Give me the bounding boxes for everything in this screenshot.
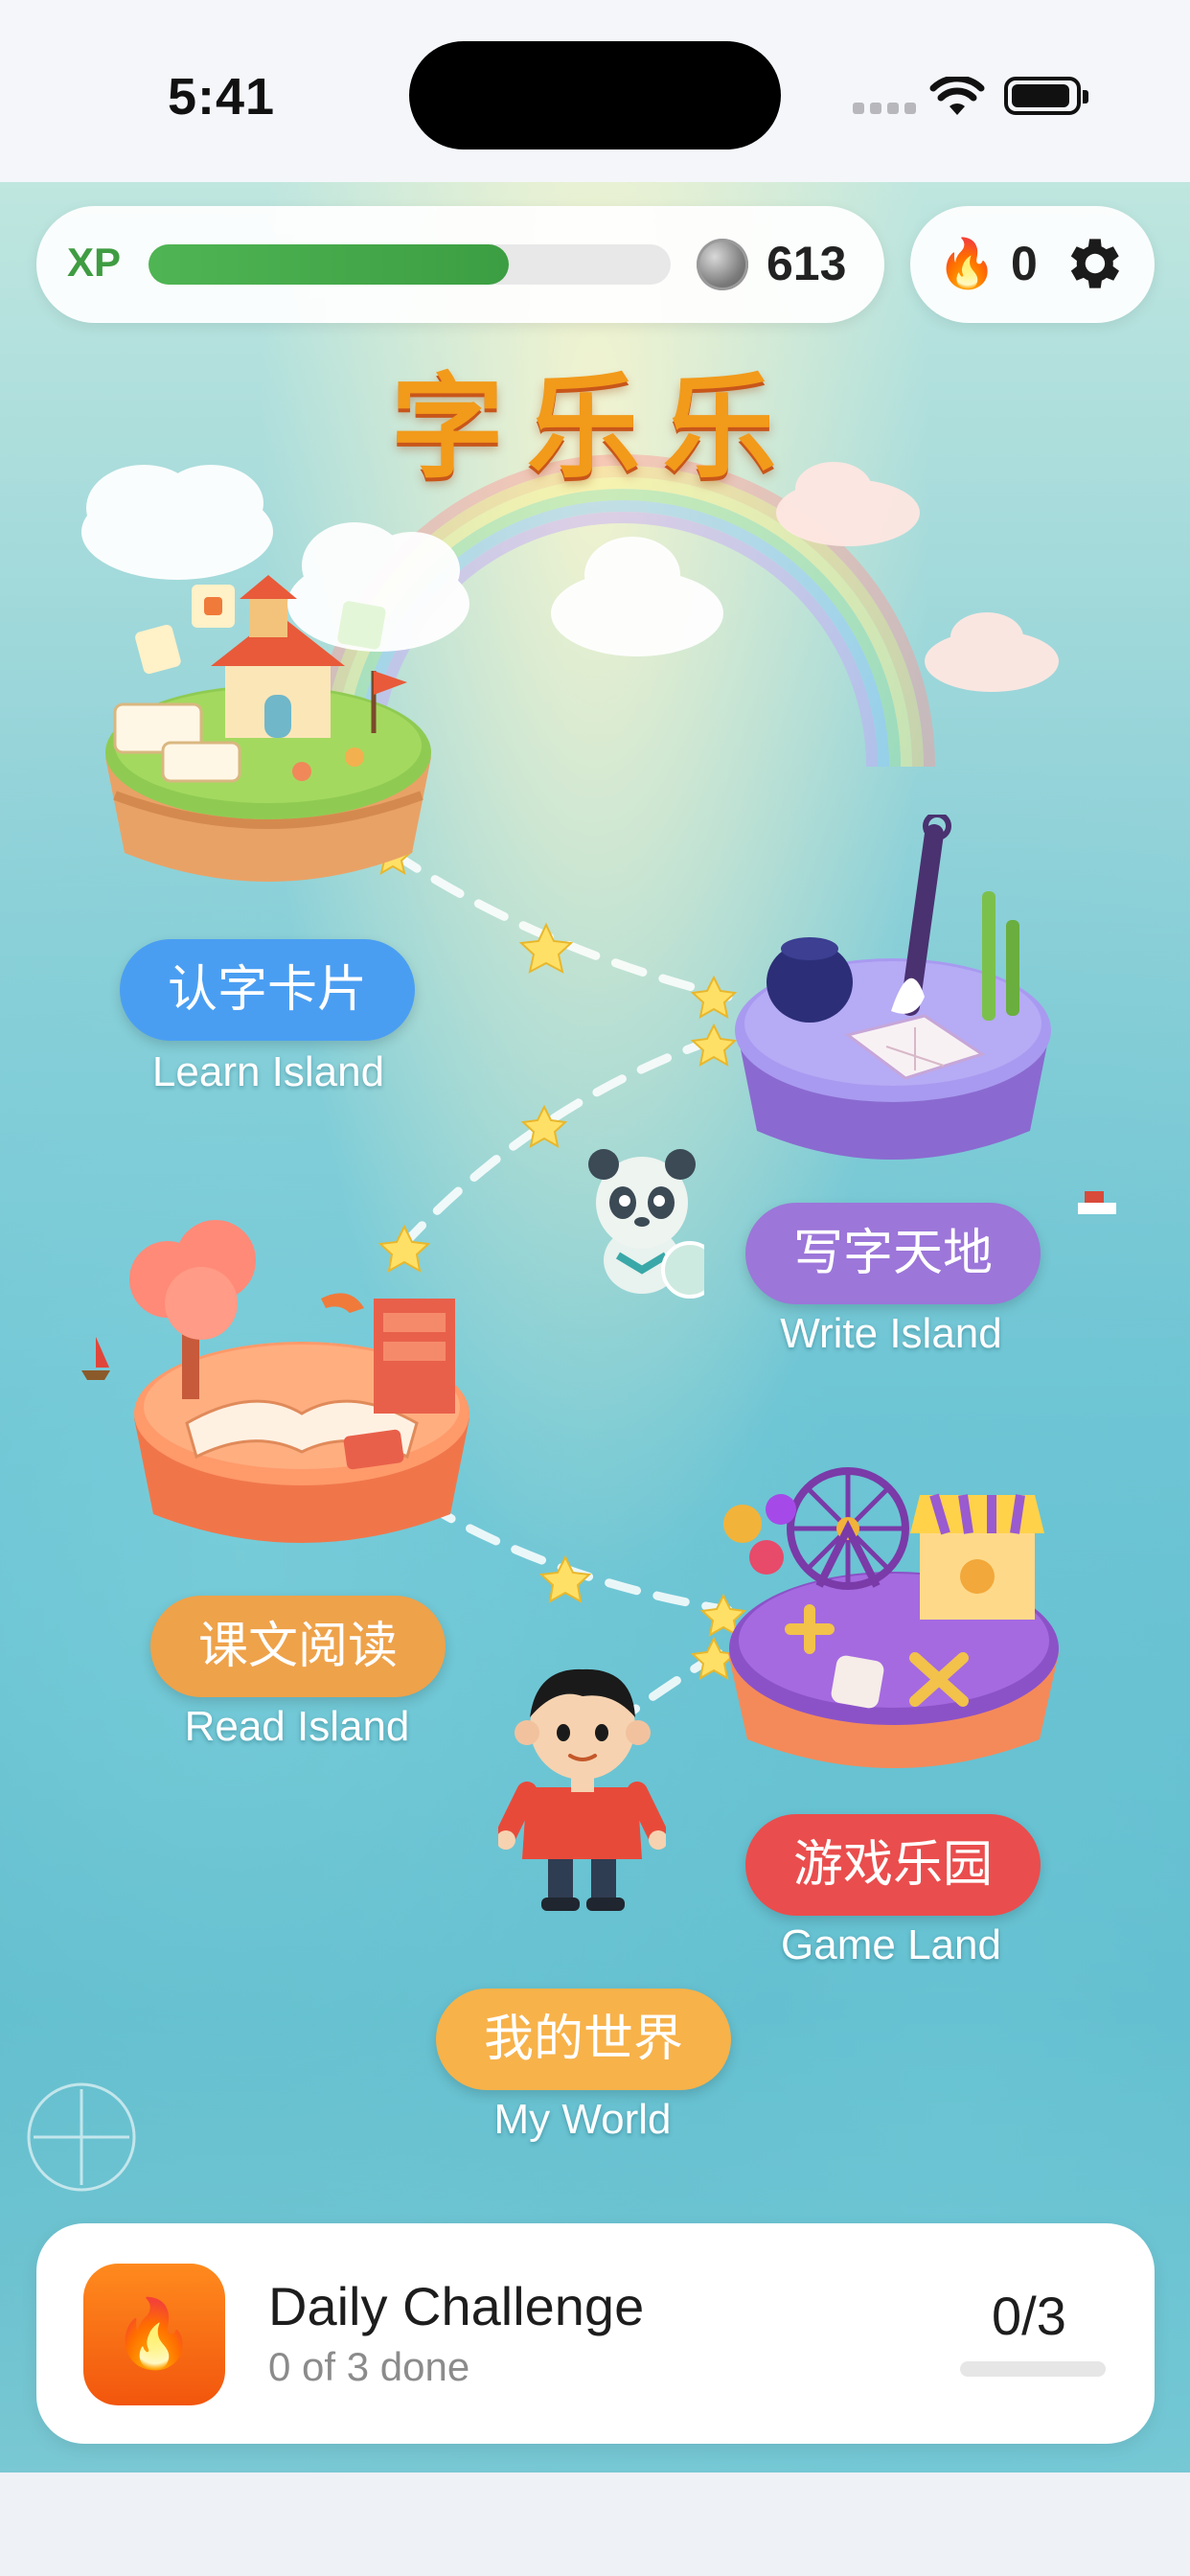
battery-icon [1004,77,1088,115]
daily-challenge-progress-bar [960,2361,1106,2377]
player-avatar[interactable] [495,1658,669,1921]
daily-challenge-subtitle: 0 of 3 done [268,2344,470,2389]
write-island-subtitle: Write Island [780,1310,1002,1357]
daily-challenge-title: Daily Challenge [268,2276,645,2336]
game-land-island[interactable] [723,1442,1064,1787]
read-island-label[interactable]: 课文阅读 [150,1596,446,1697]
app-title: 字乐乐 [390,361,799,494]
wifi-icon [929,77,985,115]
status-time: 5:41 [168,68,276,126]
xp-progress-bar [149,244,671,285]
learn-island-label[interactable]: 认字卡片 [120,939,415,1041]
status-bar: 5:41 [0,0,1190,182]
read-island[interactable] [129,1217,474,1562]
write-island[interactable] [728,812,1059,1179]
flame-icon: 🔥 [83,2264,225,2405]
coin-icon [697,239,748,290]
xp-progress-fill [149,244,510,285]
read-island-subtitle: Read Island [184,1703,410,1750]
daily-challenge-count: 0/3 [992,2286,1066,2346]
my-world-subtitle: My World [493,2096,672,2143]
gear-icon[interactable] [1059,230,1126,297]
cellular-signal-icon [853,102,922,119]
learn-island-subtitle: Learn Island [151,1048,385,1095]
panda-mascot[interactable] [580,1145,719,1299]
flame-icon: 🔥 [937,237,997,290]
coin-count: 613 [767,237,847,290]
dynamic-island [409,41,781,150]
game-land-subtitle: Game Land [781,1921,1001,1968]
learn-island[interactable] [96,575,441,901]
write-island-label[interactable]: 写字天地 [745,1203,1041,1304]
game-land-label[interactable]: 游戏乐园 [745,1814,1041,1916]
my-world-label[interactable]: 我的世界 [436,1989,731,2090]
streak-count: 0 [1011,237,1038,290]
xp-label: XP [67,240,122,285]
bottom-safe-area [0,2472,1190,2576]
